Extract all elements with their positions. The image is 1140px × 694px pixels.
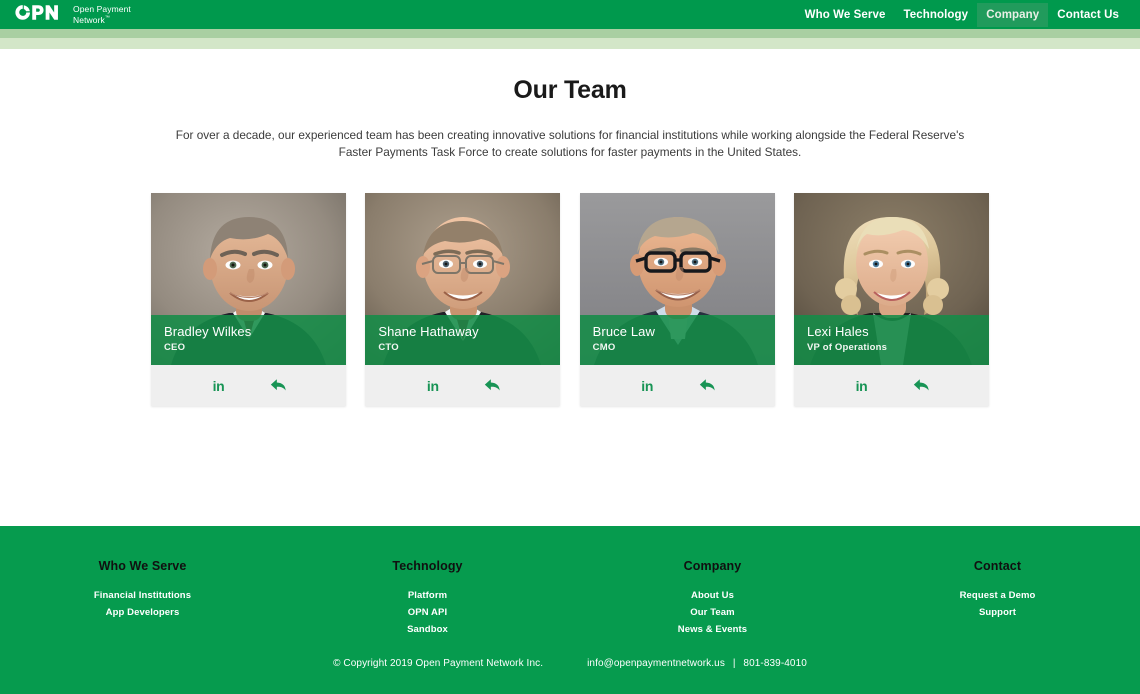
footer-separator: | <box>732 658 736 669</box>
footer-link-about-us[interactable]: About Us <box>570 587 855 604</box>
linkedin-icon[interactable]: in <box>209 376 229 396</box>
site-header: Open Payment Network™ Who We Serve Techno… <box>0 0 1140 29</box>
share-arrow-icon[interactable] <box>697 376 717 396</box>
team-card[interactable]: Lexi Hales VP of Operations in <box>793 193 989 406</box>
footer-link-platform[interactable]: Platform <box>285 587 570 604</box>
team-name: Shane Hathaway <box>378 324 479 339</box>
team-social-bar: in <box>793 365 989 406</box>
footer-email-link[interactable]: info@openpaymentnetwork.us <box>587 658 725 669</box>
team-nameplate: Lexi Hales VP of Operations <box>793 315 989 365</box>
team-social-bar: in <box>579 365 775 406</box>
footer-column-technology: Technology Platform OPN API Sandbox <box>285 559 570 638</box>
team-nameplate: Bradley Wilkes CEO <box>151 315 346 365</box>
team-card[interactable]: Shane Hathaway CTO in <box>365 193 561 406</box>
footer-column-contact: Contact Request a Demo Support <box>855 559 1140 638</box>
footer-link-opn-api[interactable]: OPN API <box>285 604 570 621</box>
footer-link-sandbox[interactable]: Sandbox <box>285 621 570 638</box>
footer-heading: Contact <box>973 559 1022 573</box>
team-photo: Lexi Hales VP of Operations <box>793 193 989 365</box>
team-nameplate: Shane Hathaway CTO <box>365 315 561 365</box>
team-photo: Bruce Law CMO <box>579 193 775 365</box>
team-name: Bruce Law <box>592 324 655 339</box>
nav-item-who-we-serve[interactable]: Who We Serve <box>796 3 895 27</box>
team-photo: Shane Hathaway CTO <box>365 193 561 365</box>
accent-band-medium <box>0 29 1140 38</box>
nav-item-company[interactable]: Company <box>977 2 1049 27</box>
page-subtitle: For over a decade, our experienced team … <box>175 128 965 159</box>
logo-trademark: ™ <box>104 15 110 22</box>
nav-item-technology[interactable]: Technology <box>895 3 978 27</box>
footer-bottom-bar: © Copyright 2019 Open Payment Network In… <box>0 658 1140 669</box>
logo-line-2: Network <box>73 14 105 25</box>
main-content: Our Team For over a decade, our experien… <box>0 49 1140 406</box>
team-role: CTO <box>378 342 399 353</box>
main-nav: Who We Serve Technology Company Contact … <box>796 2 1128 27</box>
team-photo: Bradley Wilkes CEO <box>151 193 346 365</box>
team-name: Lexi Hales <box>806 324 869 339</box>
footer-link-news-events[interactable]: News & Events <box>570 621 855 638</box>
team-social-bar: in <box>365 365 561 406</box>
footer-phone-link[interactable]: 801-839-4010 <box>743 658 806 669</box>
team-card[interactable]: Bradley Wilkes CEO in <box>151 193 346 406</box>
team-role: VP of Operations <box>806 342 888 353</box>
footer-link-app-developers[interactable]: App Developers <box>0 604 285 621</box>
linkedin-icon[interactable]: in <box>851 376 871 396</box>
linkedin-icon[interactable]: in <box>637 376 657 396</box>
share-arrow-icon[interactable] <box>911 376 931 396</box>
footer-column-company: Company About Us Our Team News & Events <box>570 559 855 638</box>
logo-wordmark: Open Payment Network™ <box>73 4 131 26</box>
team-role: CEO <box>164 342 186 353</box>
footer-column-who-we-serve: Who We Serve Financial Institutions App … <box>0 559 285 638</box>
share-arrow-icon[interactable] <box>269 376 289 396</box>
linkedin-icon[interactable]: in <box>423 376 443 396</box>
footer-columns: Who We Serve Financial Institutions App … <box>0 526 1140 638</box>
accent-band-light <box>0 38 1140 49</box>
footer-link-support[interactable]: Support <box>855 604 1140 621</box>
team-grid: Bradley Wilkes CEO in Shane Hathaway CTO… <box>151 193 989 406</box>
page-title: Our Team <box>513 76 627 104</box>
site-footer: Who We Serve Financial Institutions App … <box>0 526 1140 694</box>
footer-contact-info: info@openpaymentnetwork.us | 801-839-401… <box>587 658 807 669</box>
team-nameplate: Bruce Law CMO <box>579 315 775 365</box>
footer-link-our-team[interactable]: Our Team <box>570 604 855 621</box>
share-arrow-icon[interactable] <box>483 376 503 396</box>
logo[interactable]: Open Payment Network™ <box>14 4 131 26</box>
footer-link-request-a-demo[interactable]: Request a Demo <box>855 587 1140 604</box>
footer-heading: Company <box>683 559 742 573</box>
team-role: CMO <box>592 342 616 353</box>
team-name: Bradley Wilkes <box>164 324 252 339</box>
team-social-bar: in <box>151 365 346 406</box>
nav-item-contact-us[interactable]: Contact Us <box>1048 3 1128 27</box>
logo-line-1: Open Payment <box>73 3 131 14</box>
footer-link-financial-institutions[interactable]: Financial Institutions <box>0 587 285 604</box>
page-intro: Our Team For over a decade, our experien… <box>0 49 1140 160</box>
footer-heading: Who We Serve <box>98 559 187 573</box>
opn-monogram-icon <box>14 4 66 26</box>
footer-heading: Technology <box>392 559 463 573</box>
team-card[interactable]: Bruce Law CMO in <box>579 193 775 406</box>
copyright-text: © Copyright 2019 Open Payment Network In… <box>333 658 544 669</box>
